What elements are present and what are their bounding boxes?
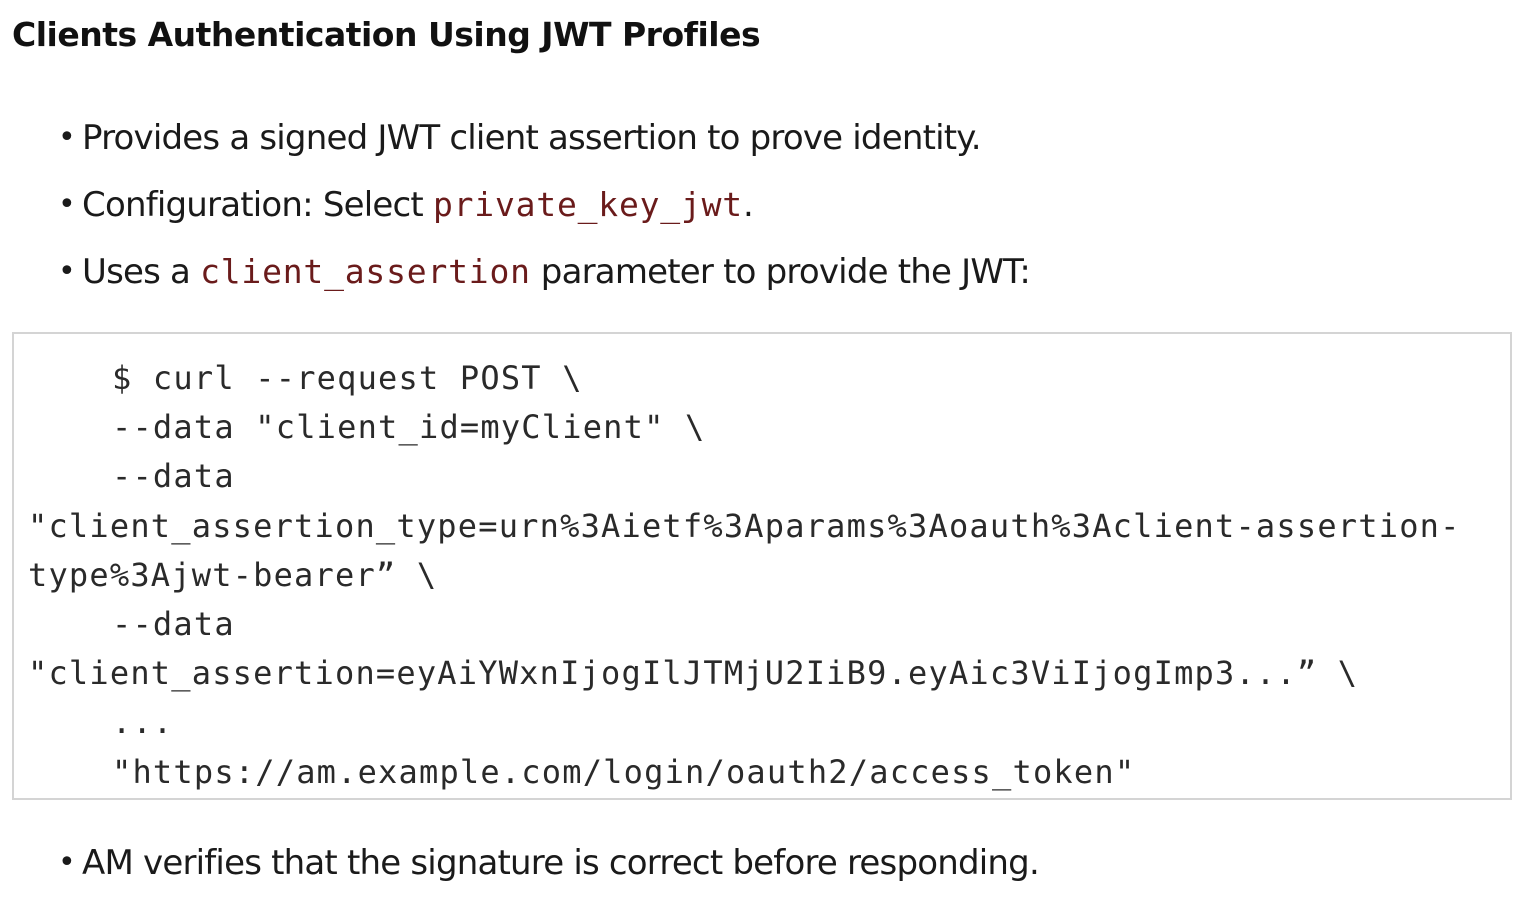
bullet-text: Configuration: Select [82, 185, 433, 225]
bullet-dot-icon: • [58, 254, 76, 289]
bullet-text: Uses a [82, 252, 201, 292]
bullet-text: AM verifies that the signature is correc… [82, 843, 1040, 883]
code-line: --data "client_id=myClient" \ [112, 408, 706, 447]
bullet-item-am-verifies: • AM verifies that the signature is corre… [0, 840, 1040, 886]
code-line: "client_assertion_type=urn%3Aietf%3Apara… [28, 506, 1461, 545]
bullet-list: • Provides a signed JWT client assertion … [0, 115, 1031, 316]
code-line: ... [112, 703, 174, 742]
code-line: "https://am.example.com/login/oauth2/acc… [112, 752, 1136, 791]
code-line: type%3Ajwt-bearer” \ [28, 555, 438, 594]
code-line: $ curl --request POST \ [112, 359, 583, 397]
bullet-dot-icon: • [58, 845, 76, 880]
code-line: --data [112, 604, 235, 643]
code-block: $ curl --request POST \ --data "client_i… [12, 332, 1512, 800]
code-line: "client_assertion=eyAiYWxnIjogIlJTMjU2Ii… [28, 654, 1359, 693]
code-line: --data [112, 457, 235, 496]
bullet-item-client-assertion: • Uses a client_assertion parameter to pr… [0, 249, 1031, 295]
bullet-item-configuration: • Configuration: Select private_key_jwt. [0, 182, 1030, 228]
inline-code-client-assertion: client_assertion [200, 252, 531, 291]
inline-code-private-key-jwt: private_key_jwt [432, 185, 743, 224]
bullet-dot-icon: • [58, 120, 76, 155]
bullet-text-end: parameter to provide the JWT: [530, 252, 1031, 292]
bullet-text-end: . [742, 185, 754, 225]
bullet-item-signed-jwt: • Provides a signed JWT client assertion … [0, 115, 1030, 161]
bullet-list-bottom: • AM verifies that the signature is corre… [0, 840, 1040, 907]
bullet-dot-icon: • [58, 187, 76, 222]
page-title: Clients Authentication Using JWT Profile… [12, 15, 761, 54]
bullet-text: Provides a signed JWT client assertion t… [82, 118, 982, 158]
